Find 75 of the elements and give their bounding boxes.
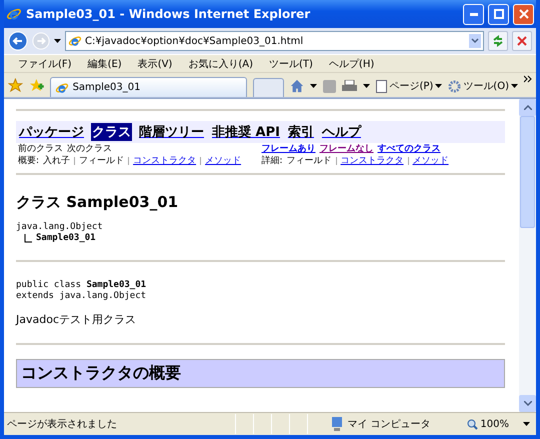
caret-icon [363,84,370,88]
status-text: ページが表示されました [6,418,118,431]
zone-text: マイ コンピュータ [347,418,431,431]
link[interactable]: コンストラクタ [340,155,404,167]
browser-logo-icon [6,6,22,22]
label-text: 次のクラス [67,143,112,155]
nav-link[interactable]: 階層ツリー [138,123,205,141]
nav-link[interactable]: パッケージ [18,123,85,141]
refresh-button[interactable] [488,31,508,51]
close-button[interactable] [513,4,534,24]
browser-logo-icon [54,80,69,94]
link[interactable]: メソッド [412,155,449,167]
tree-branch-icon [24,234,32,243]
gear-icon [448,80,462,92]
stop-button[interactable] [512,31,532,51]
zoom-icon [467,418,478,430]
minimize-icon [470,12,478,16]
close-icon [518,9,528,19]
command-menu-button[interactable]: ツール(O) [448,79,518,93]
nav-link[interactable]: 非推奨 API [211,123,281,141]
maximize-icon [494,9,504,19]
computer-icon [331,417,344,431]
code-text: java.lang.Object [16,222,104,233]
caret-icon [523,422,530,426]
caret-icon [510,84,518,88]
nav-link[interactable]: 索引 [286,123,315,141]
refresh-icon [492,35,504,47]
link[interactable]: コンストラクタ [133,155,196,167]
nav-link[interactable]: ヘルプ [320,123,362,141]
section-header: コンストラクタの概要 [16,359,505,388]
menu-item[interactable]: ヘルプ(H) [328,56,374,70]
minimize-button[interactable] [463,4,484,24]
caret-icon [435,84,442,88]
label-text: フィールド [286,155,332,167]
menu-item[interactable]: 編集(E) [88,56,122,70]
caret-icon [54,39,61,43]
chevron-icon[interactable] [524,75,532,83]
scroll-down-button[interactable] [519,395,536,412]
label-text: 詳細: [262,155,283,167]
dropdown-icon[interactable] [469,34,481,48]
nav-link[interactable]: クラス [91,123,132,141]
page-icon [376,80,388,92]
label-text: 概要: [18,155,40,167]
menu-item[interactable]: お気に入り(A) [188,56,253,70]
menu-item[interactable]: ファイル(F) [18,56,72,70]
home-icon[interactable] [290,79,304,93]
label-text: フィールド [79,155,124,167]
back-icon[interactable] [8,31,28,51]
star-icon[interactable] [8,78,23,92]
caret-icon [310,84,318,88]
add-favorite-icon[interactable] [28,78,44,92]
link[interactable]: フレームなし [320,143,374,155]
printer-icon[interactable] [342,80,358,92]
link[interactable]: すべてのクラス [378,143,440,155]
browser-logo-icon [68,34,82,48]
code-text: extends java.lang.Object [16,291,148,302]
label-text: 入れ子 [43,155,70,167]
description-text: Javadocテスト用クラス [16,312,137,327]
page-heading: クラス Sample03_01 [16,193,180,212]
menu-item[interactable]: ツール(T) [269,56,313,70]
menu-item[interactable]: 表示(V) [138,56,172,70]
maximize-button[interactable] [488,4,509,24]
code-text: public class Sample03_01 [16,280,148,291]
command-menu-button[interactable]: ページ(P) [376,79,442,93]
link[interactable]: フレームあり [262,143,316,155]
scrollbar-thumb[interactable] [520,116,535,228]
address-field[interactable]: C:¥javadoc¥option¥doc¥Sample03_01.html [65,31,484,51]
label-text: 前のクラス [18,143,63,155]
scroll-up-button[interactable] [519,99,536,116]
code-text: Sample03_01 [36,233,96,244]
zoom-button[interactable]: 100% [461,418,536,430]
close-icon [517,36,527,46]
window-title: Sample03_01 - Windows Internet Explorer [26,7,312,21]
browser-tab[interactable]: Sample03_01 [50,77,247,97]
link[interactable]: メソッド [205,155,242,167]
